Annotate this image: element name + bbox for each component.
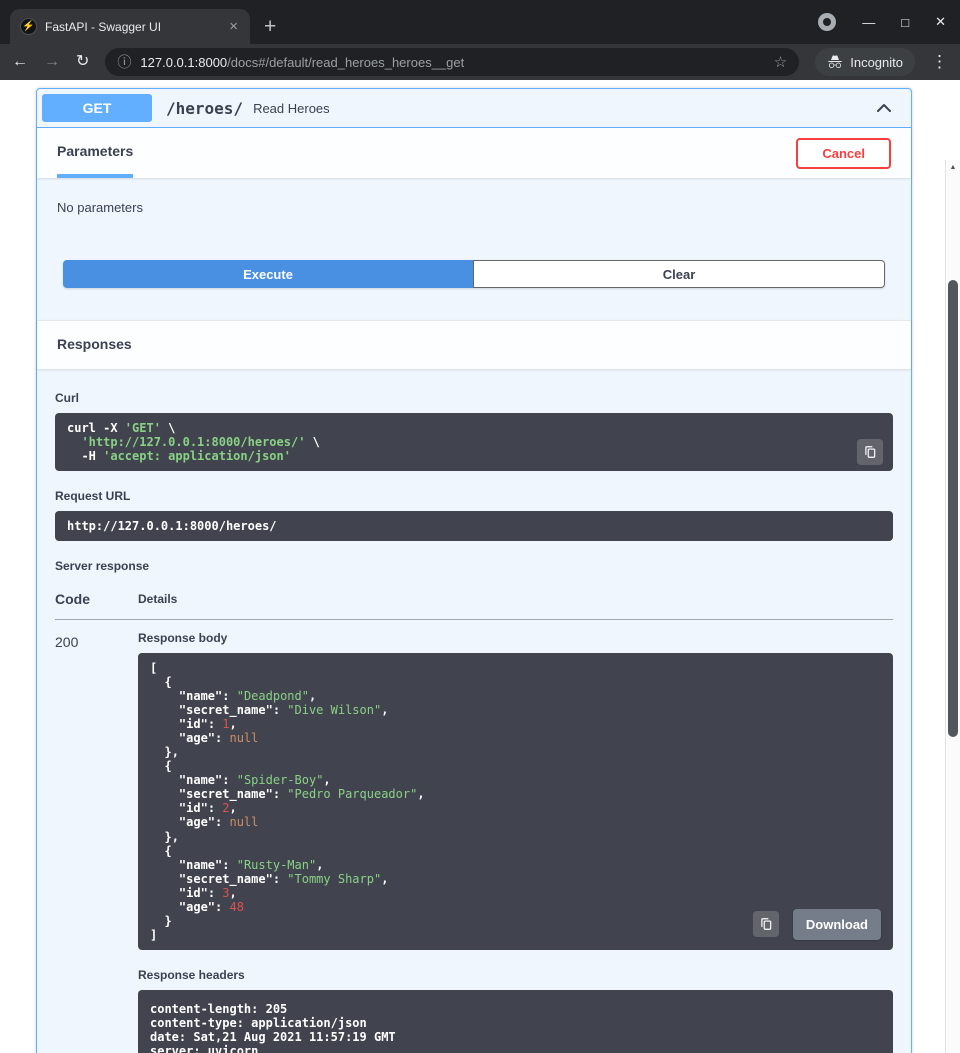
response-body-label: Response body [138, 631, 893, 645]
details-column-header: Details [138, 587, 893, 620]
endpoint-summary: Read Heroes [253, 101, 330, 116]
download-button[interactable]: Download [793, 909, 881, 940]
responses-section-header: Responses [37, 320, 911, 369]
response-body-code: [ { "name": "Deadpond", "secret_name": "… [150, 661, 881, 942]
curl-label: Curl [55, 391, 893, 405]
status-code: 200 [55, 620, 138, 1053]
forward-button-icon[interactable]: → [44, 54, 60, 70]
incognito-label: Incognito [850, 55, 903, 70]
parameters-title: Parameters [57, 143, 133, 159]
parameters-body: No parameters [37, 178, 911, 260]
minimize-button[interactable]: — [862, 15, 875, 30]
scroll-up-icon[interactable]: ▲ [946, 160, 960, 175]
no-parameters-text: No parameters [57, 200, 891, 215]
page-info-icon[interactable]: ⓘ [117, 52, 131, 72]
server-response-label: Server response [55, 559, 893, 573]
responses-title: Responses [57, 336, 132, 352]
url-omnibox[interactable]: ⓘ 127.0.0.1:8000/docs#/default/read_hero… [105, 48, 799, 76]
tab-parameters[interactable]: Parameters [57, 128, 133, 178]
request-url-code: http://127.0.0.1:8000/heroes/ [67, 519, 881, 533]
request-url-label: Request URL [55, 489, 893, 503]
responses-body: Curl curl -X 'GET' \ 'http://127.0.0.1:8… [37, 369, 911, 1053]
request-url-block: http://127.0.0.1:8000/heroes/ [55, 511, 893, 541]
parameters-section-header: Parameters Cancel [37, 128, 911, 178]
media-controls-icon[interactable] [818, 13, 836, 31]
window-controls: — □ ✕ [818, 0, 946, 44]
response-headers-label: Response headers [138, 968, 893, 982]
incognito-badge: Incognito [815, 48, 915, 76]
response-headers-code: content-length: 205 content-type: applic… [150, 1002, 881, 1053]
cancel-button[interactable]: Cancel [796, 138, 891, 169]
execute-button[interactable]: Execute [63, 260, 473, 288]
close-window-button[interactable]: ✕ [935, 14, 946, 30]
url-path: /docs#/default/read_heroes_heroes__get [227, 55, 464, 70]
collapse-chevron-icon[interactable] [874, 98, 894, 118]
opblock-get-heroes: GET /heroes/ Read Heroes Parameters Canc… [36, 88, 912, 1053]
code-column-header: Code [55, 587, 138, 620]
maximize-button[interactable]: □ [901, 15, 909, 30]
clipboard-icon [863, 445, 877, 459]
response-row: 200 Response body [ { "name": "Deadpond"… [55, 620, 893, 1053]
copy-response-button[interactable] [753, 911, 779, 937]
browser-tab-bar: ⚡ FastAPI - Swagger UI × + — □ ✕ [0, 0, 960, 44]
clear-button[interactable]: Clear [473, 260, 885, 288]
fastapi-favicon-icon: ⚡ [20, 18, 37, 35]
address-bar: ← → ↻ ⓘ 127.0.0.1:8000/docs#/default/rea… [0, 44, 960, 80]
curl-code: curl -X 'GET' \ 'http://127.0.0.1:8000/h… [67, 421, 881, 463]
clipboard-icon [759, 917, 773, 931]
tab-title: FastAPI - Swagger UI [45, 20, 219, 34]
endpoint-path: /heroes/ [166, 99, 243, 118]
page-scrollbar[interactable]: ▲ ▼ [945, 160, 960, 1053]
page-content: GET /heroes/ Read Heroes Parameters Canc… [0, 80, 960, 1053]
http-method-badge: GET [42, 94, 152, 122]
response-body-controls: Download [753, 909, 881, 940]
back-button-icon[interactable]: ← [12, 54, 28, 70]
execute-button-group: Execute Clear [63, 260, 885, 288]
opblock-summary[interactable]: GET /heroes/ Read Heroes [37, 89, 911, 128]
server-response-table: Code Details 200 Response body [ { "name… [55, 587, 893, 1053]
browser-tab[interactable]: ⚡ FastAPI - Swagger UI × [10, 9, 250, 44]
incognito-icon [827, 54, 843, 70]
tab-close-icon[interactable]: × [227, 18, 240, 35]
response-headers-block: content-length: 205 content-type: applic… [138, 990, 893, 1053]
url-text: 127.0.0.1:8000/docs#/default/read_heroes… [140, 55, 464, 70]
copy-curl-button[interactable] [857, 439, 883, 465]
response-body-block: [ { "name": "Deadpond", "secret_name": "… [138, 653, 893, 950]
bookmark-star-icon[interactable]: ☆ [774, 53, 787, 71]
url-host: 127.0.0.1:8000 [140, 55, 227, 70]
curl-block: curl -X 'GET' \ 'http://127.0.0.1:8000/h… [55, 413, 893, 471]
scrollbar-thumb[interactable] [948, 280, 958, 737]
reload-button-icon[interactable]: ↻ [76, 54, 89, 70]
browser-menu-icon[interactable]: ⋮ [931, 52, 948, 72]
new-tab-button[interactable]: + [264, 16, 276, 37]
